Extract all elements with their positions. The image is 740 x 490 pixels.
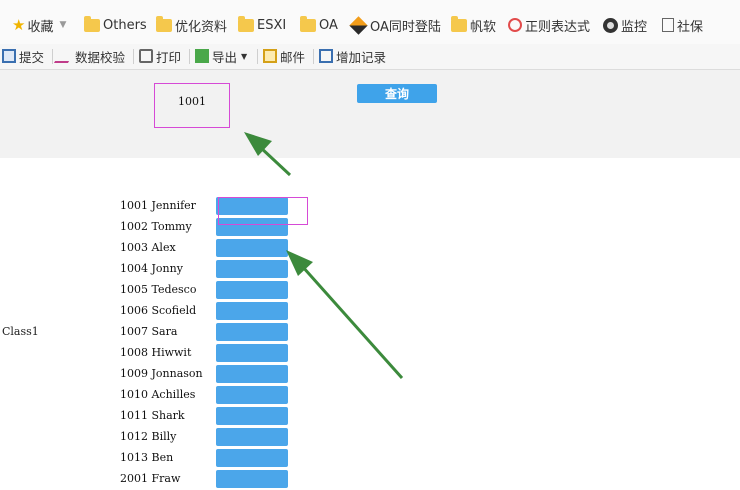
annotation-arrow [258, 145, 292, 177]
annotation-arrow [300, 265, 404, 379]
annotation-arrows [244, 132, 404, 379]
